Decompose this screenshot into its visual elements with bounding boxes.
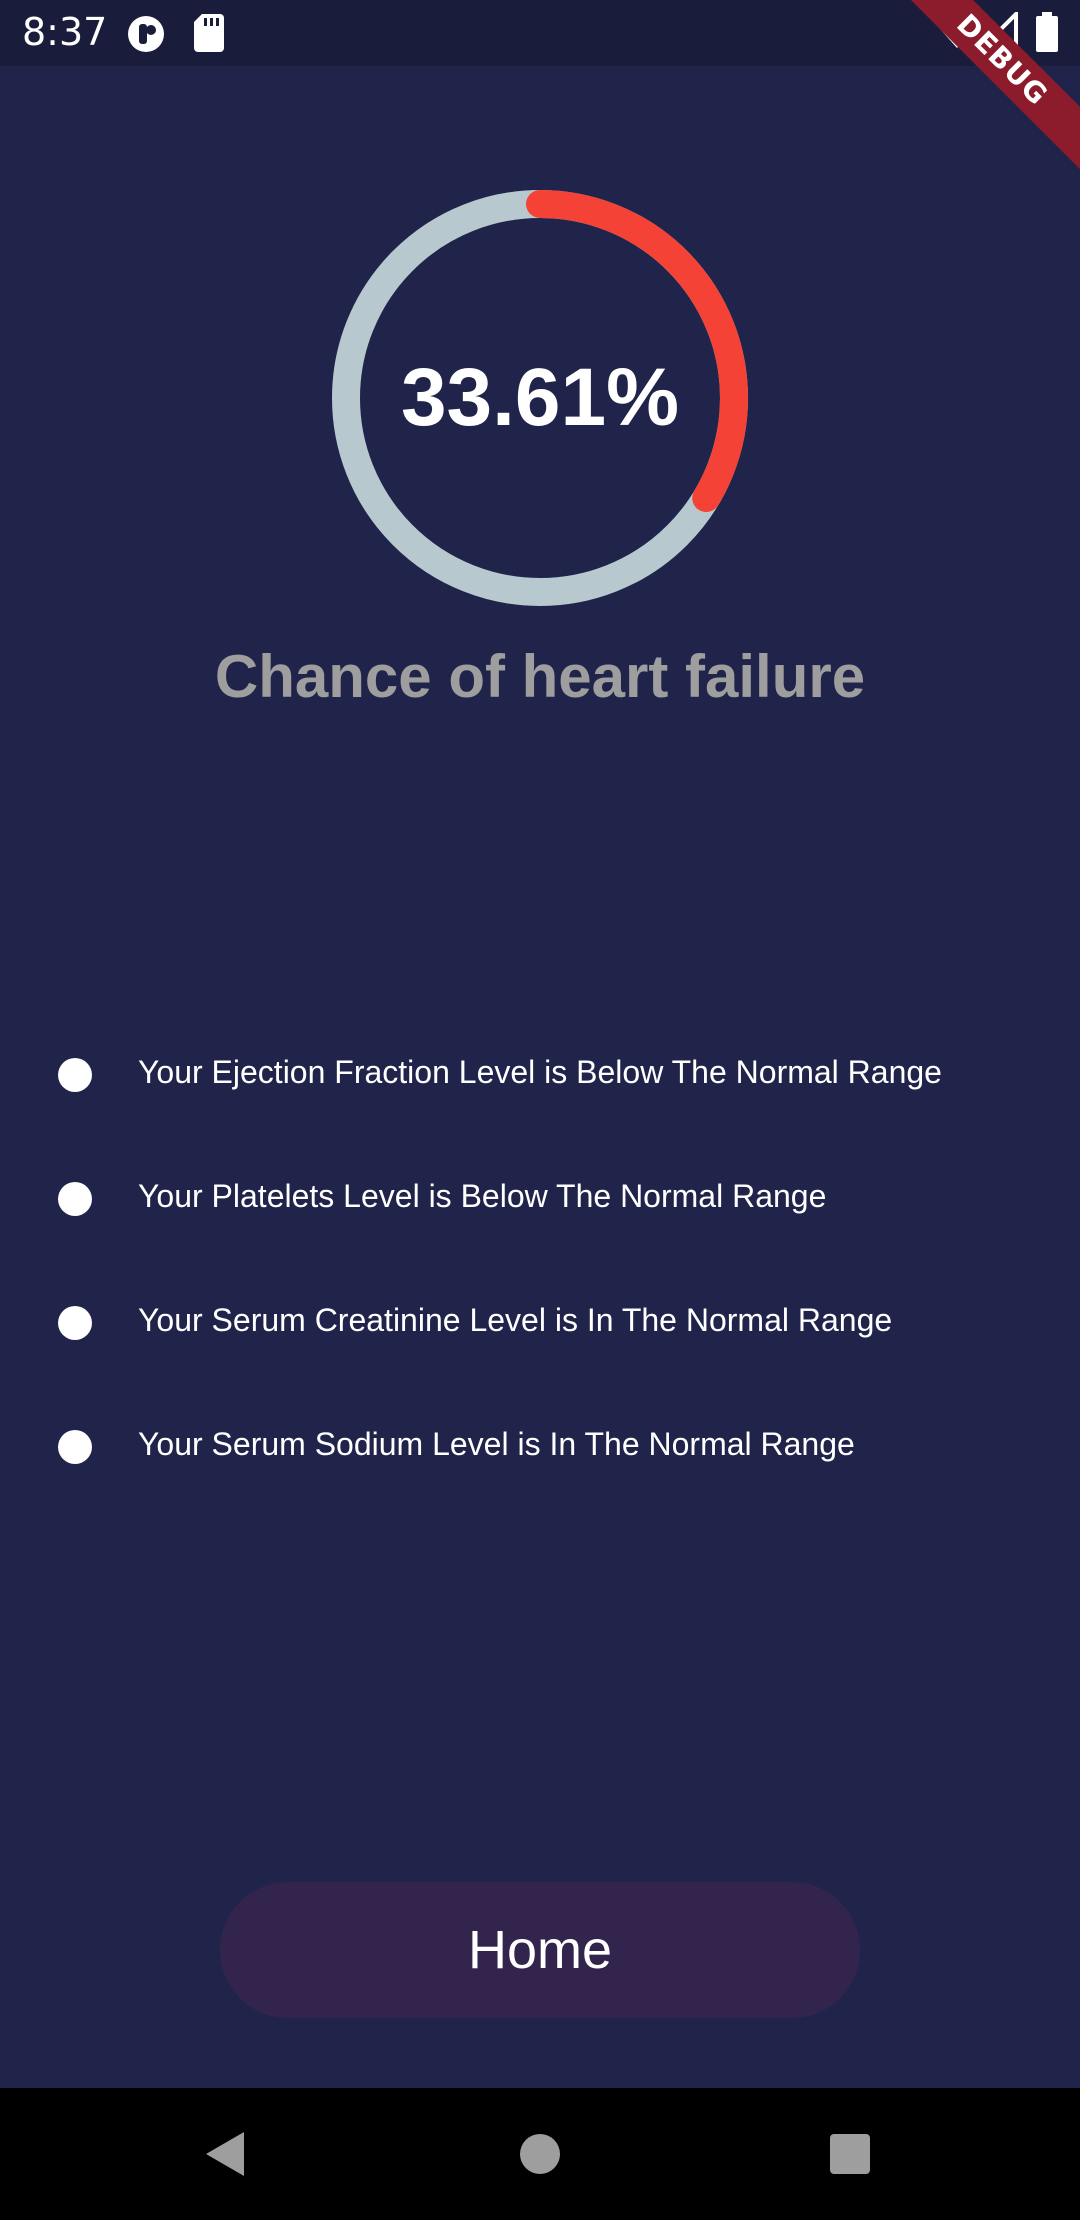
bullet-icon	[58, 1058, 92, 1092]
back-icon[interactable]	[196, 2124, 256, 2184]
list-item: Your Platelets Level is Below The Normal…	[0, 1164, 1080, 1288]
system-navigation-bar	[0, 2088, 1080, 2220]
finding-text: Your Platelets Level is Below The Normal…	[138, 1178, 827, 1214]
home-circle-icon[interactable]	[510, 2124, 570, 2184]
battery-icon	[1036, 12, 1058, 57]
status-time: 8:37	[22, 10, 108, 54]
finding-text: Your Ejection Fraction Level is Below Th…	[138, 1054, 942, 1090]
bullet-icon	[58, 1430, 92, 1464]
risk-percentage: 33.61%	[400, 352, 680, 443]
recents-square-icon[interactable]	[820, 2124, 880, 2184]
findings-list: Your Ejection Fraction Level is Below Th…	[0, 1040, 1080, 1536]
result-screen: 8:37 DEBUG 33.61% Chance of heart failur…	[0, 0, 1080, 2220]
app-notification-icon	[126, 14, 166, 59]
home-button[interactable]: Home	[220, 1882, 860, 2018]
list-item: Your Serum Creatinine Level is In The No…	[0, 1288, 1080, 1412]
list-item: Your Ejection Fraction Level is Below Th…	[0, 1040, 1080, 1164]
finding-text: Your Serum Sodium Level is In The Normal…	[138, 1426, 855, 1462]
sd-card-icon	[194, 14, 224, 57]
list-item: Your Serum Sodium Level is In The Normal…	[0, 1412, 1080, 1536]
finding-text: Your Serum Creatinine Level is In The No…	[138, 1302, 893, 1338]
status-bar: 8:37	[0, 0, 1080, 66]
bullet-icon	[58, 1182, 92, 1216]
risk-progress-ring: 33.61%	[332, 190, 748, 606]
bullet-icon	[58, 1306, 92, 1340]
risk-caption: Chance of heart failure	[214, 643, 866, 710]
